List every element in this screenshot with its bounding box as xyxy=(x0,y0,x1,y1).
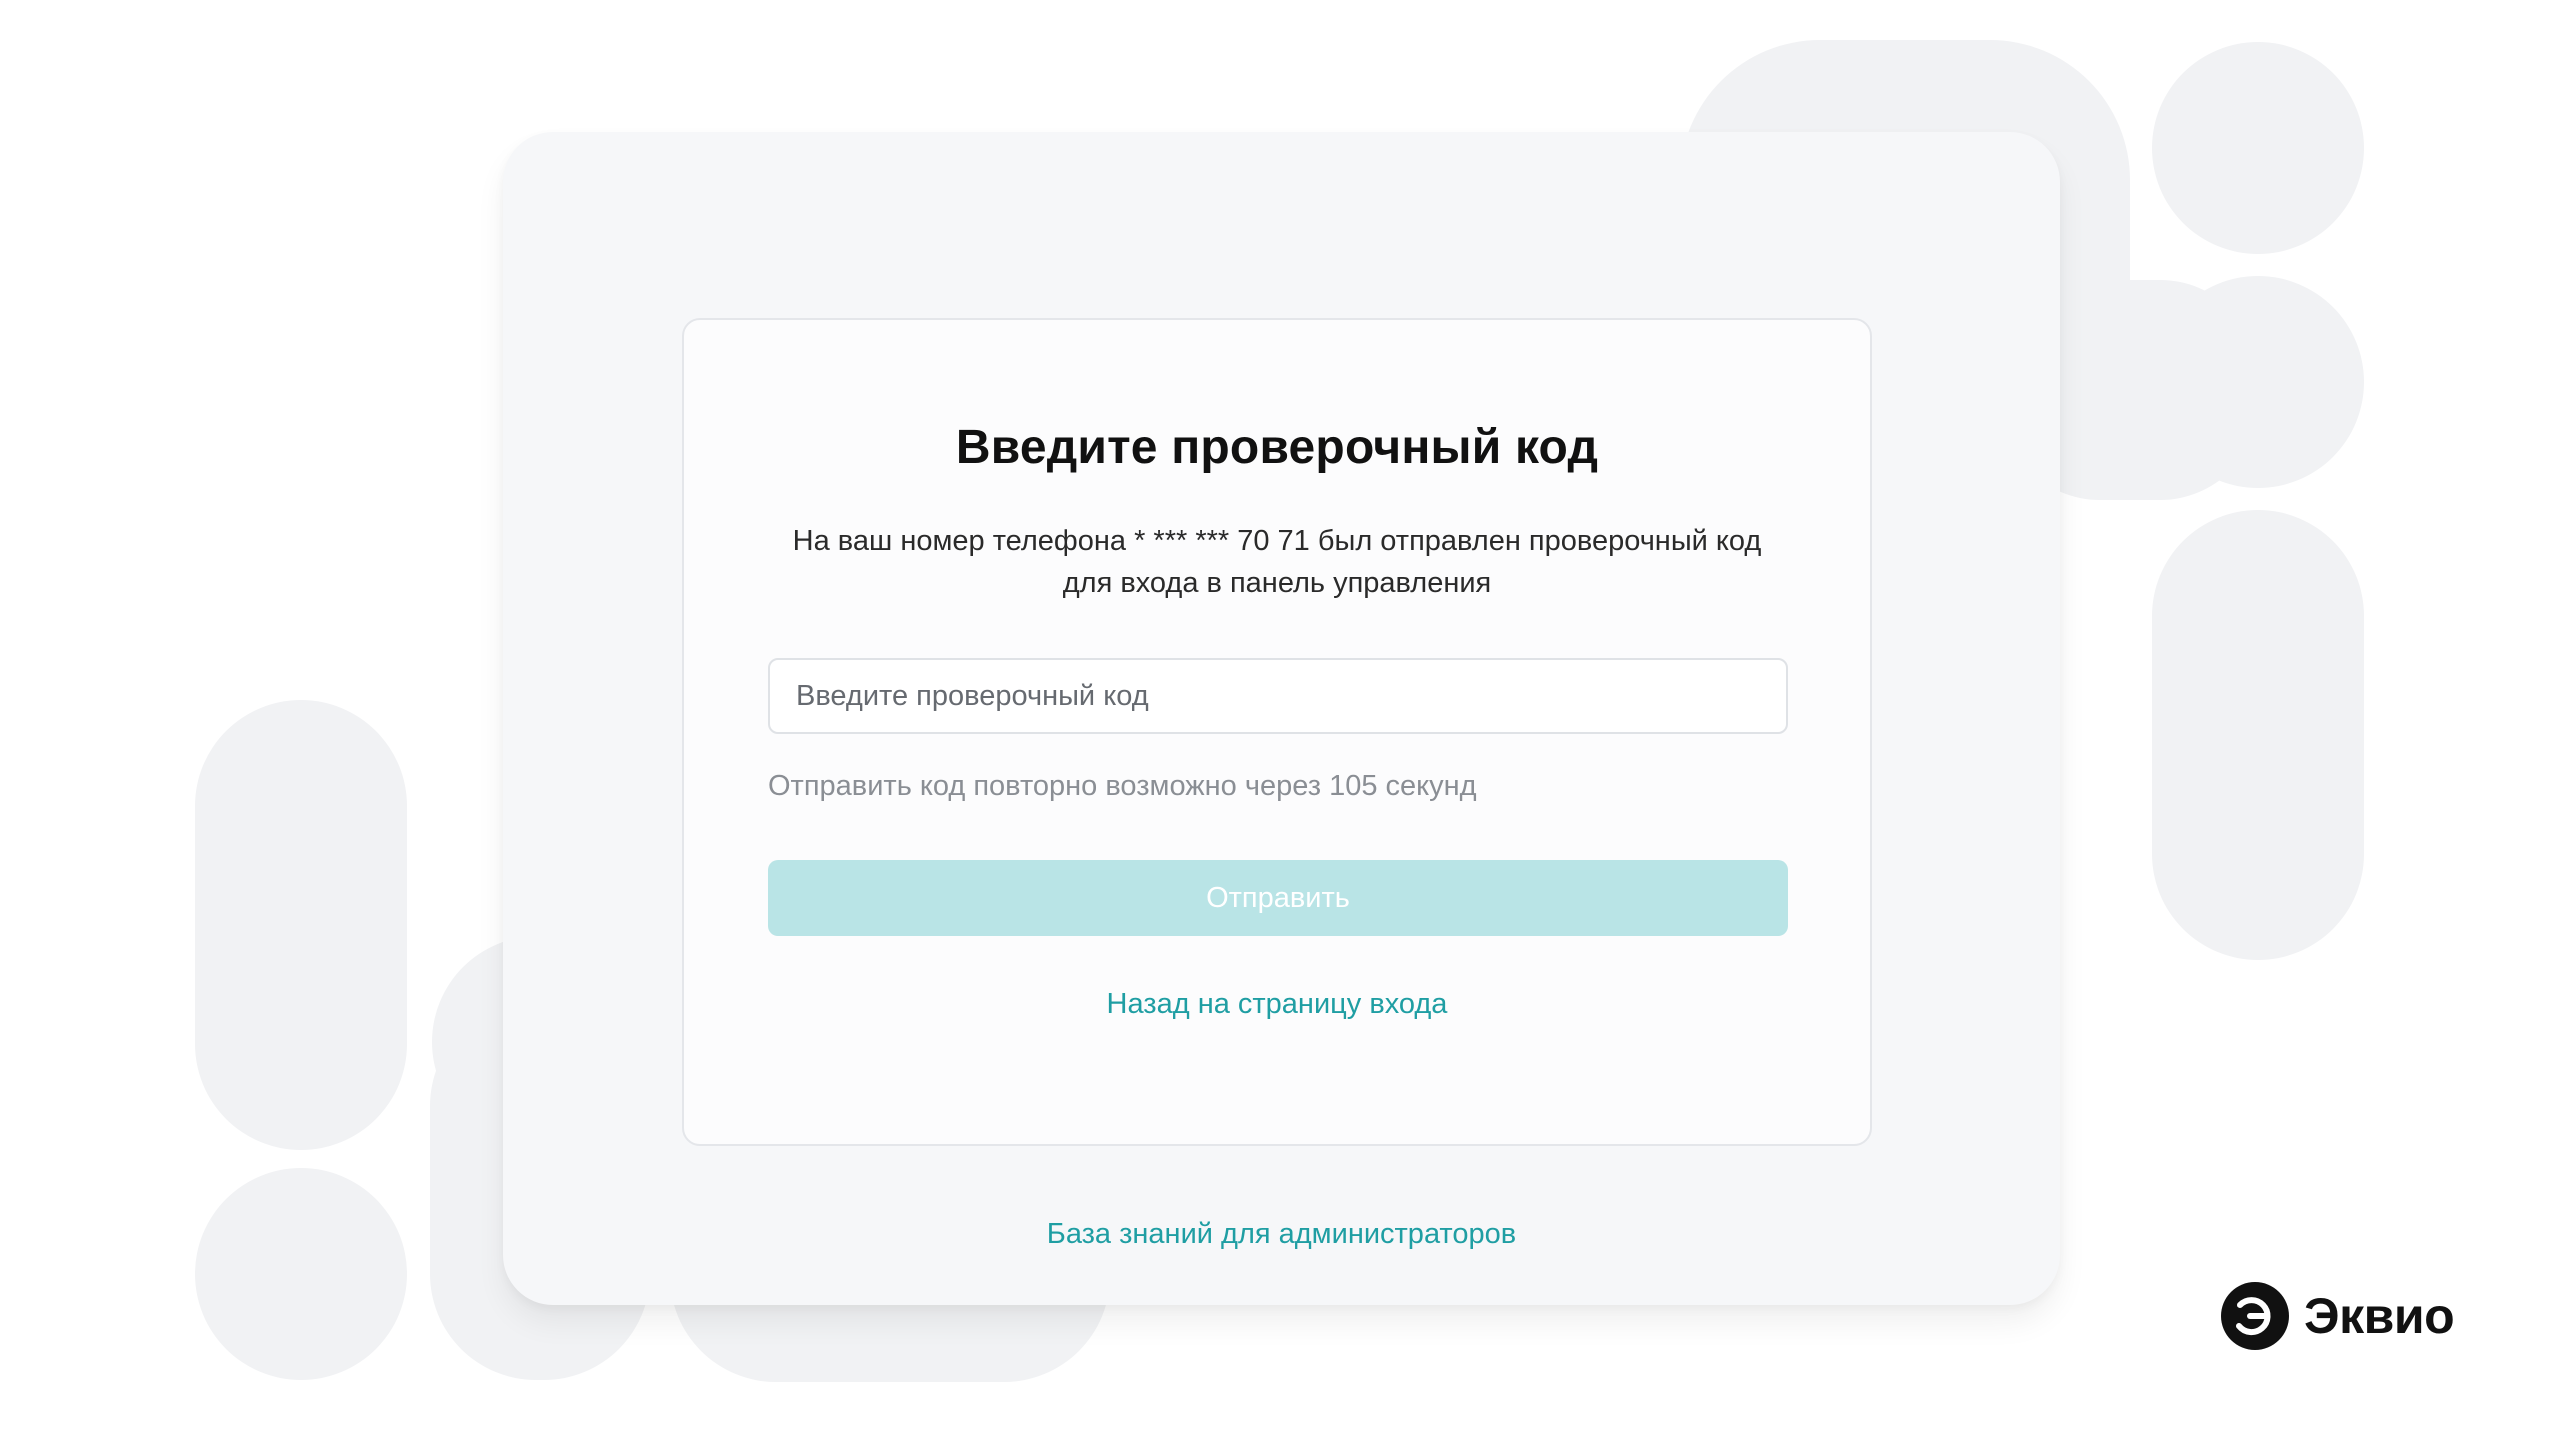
description-line-1: На ваш номер телефона * *** *** 70 71 бы… xyxy=(792,525,1762,557)
admin-knowledge-base-link[interactable]: База знаний для администраторов xyxy=(503,1218,2060,1251)
page-title: Введите проверочный код xyxy=(955,421,1599,474)
bg-shape xyxy=(2152,510,2364,960)
brand-logo: Эквио xyxy=(2220,1280,2455,1352)
brand-name: Эквио xyxy=(2304,1288,2455,1344)
bg-shape xyxy=(195,1168,407,1380)
verification-card: Введите проверочный код На ваш номер тел… xyxy=(682,318,1872,1146)
bg-shape xyxy=(195,700,407,1150)
submit-button[interactable]: Отправить xyxy=(768,860,1788,936)
resend-timer-text: Отправить код повторно возможно через 10… xyxy=(768,770,1477,802)
back-to-login-link[interactable]: Назад на страницу входа xyxy=(684,988,1870,1021)
ekvio-logo-icon xyxy=(2221,1282,2289,1350)
verification-code-input[interactable] xyxy=(768,658,1788,734)
login-screen: Введите проверочный код На ваш номер тел… xyxy=(0,0,2560,1440)
verification-description: На ваш номер телефона * *** *** 70 71 бы… xyxy=(744,520,1810,604)
bg-shape xyxy=(2152,42,2364,254)
description-line-2: для входа в панель управления xyxy=(1062,567,1492,599)
